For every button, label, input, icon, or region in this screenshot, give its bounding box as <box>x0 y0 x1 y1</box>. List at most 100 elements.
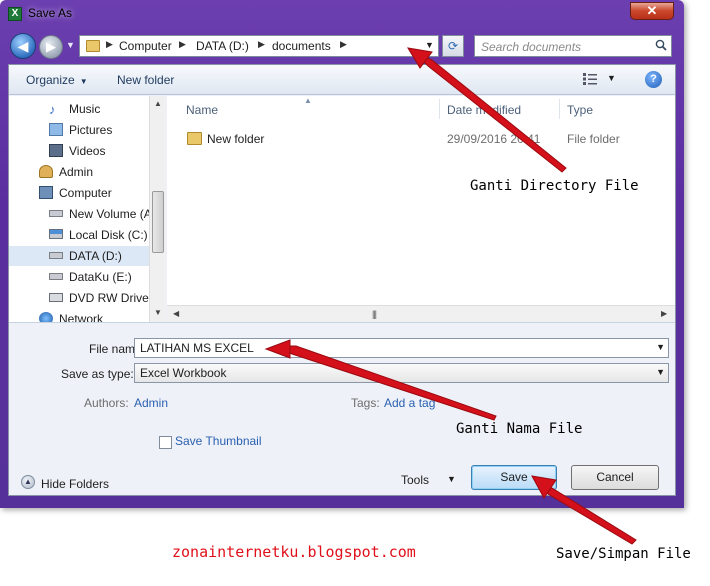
navigation-pane[interactable]: ♪ Music Pictures Videos Admin Computer N… <box>9 96 149 322</box>
column-header-date[interactable]: Date modified <box>447 103 521 117</box>
authors-link[interactable]: Admin <box>134 396 168 410</box>
nav-item-data-drive[interactable]: DATA (D:) <box>9 246 149 266</box>
save-button[interactable]: Save <box>471 465 557 490</box>
save-thumbnail-label[interactable]: Save Thumbnail <box>175 434 262 448</box>
nav-item-label: Videos <box>69 144 106 158</box>
address-bar[interactable]: ▶ Computer ▶ DATA (D:) ▶ documents ▶ ▼ <box>79 35 439 57</box>
nav-item-local-disk[interactable]: Local Disk (C:) <box>9 225 149 245</box>
breadcrumb-chevron-icon[interactable]: ▶ <box>340 39 347 50</box>
nav-item-label: Admin <box>59 165 94 179</box>
save-type-select[interactable]: Excel Workbook ▼ <box>134 363 669 383</box>
blog-watermark: zonainternetku.blogspot.com <box>172 543 416 561</box>
tags-label: Tags: <box>351 396 380 410</box>
nav-item-music[interactable]: ♪ Music <box>9 99 149 119</box>
search-input[interactable]: Search documents <box>474 35 672 57</box>
nav-scrollbar[interactable]: ▲ ▼ <box>149 96 166 322</box>
nav-item-label: Music <box>69 102 101 116</box>
tags-link[interactable]: Add a tag <box>384 396 435 410</box>
file-name-input[interactable]: LATIHAN MS EXCEL ▼ <box>134 338 669 358</box>
computer-icon <box>39 186 53 199</box>
tools-button[interactable]: Tools <box>401 473 429 487</box>
annotation-directory: Ganti Directory File <box>470 178 639 194</box>
excel-app-icon: X <box>8 7 22 21</box>
chevron-down-icon[interactable]: ▼ <box>656 367 665 377</box>
annotation-filename: Ganti Nama File <box>456 421 583 437</box>
scrollbar-grip[interactable]: ||| <box>372 309 377 319</box>
nav-item-dataku[interactable]: DataKu (E:) <box>9 267 149 287</box>
back-arrow-icon[interactable]: ◀ <box>10 33 36 59</box>
column-header-type[interactable]: Type <box>567 103 593 117</box>
drive-icon <box>49 273 63 280</box>
chevron-down-icon[interactable]: ▼ <box>447 474 456 484</box>
screenshot-stage: X Save As ✕ ◀ ▶ ▼ ▶ Computer ▶ DATA (D:)… <box>0 0 710 586</box>
column-separator[interactable] <box>559 99 560 119</box>
search-placeholder: Search documents <box>481 40 582 54</box>
chevron-down-icon[interactable]: ▼ <box>656 342 665 352</box>
search-icon[interactable] <box>655 39 667 51</box>
breadcrumb-chevron-icon[interactable]: ▶ <box>106 39 113 50</box>
scroll-right-icon[interactable]: ▶ <box>661 309 667 318</box>
close-button[interactable]: ✕ <box>630 2 674 20</box>
system-drive-icon <box>49 229 63 239</box>
nav-item-new-volume[interactable]: New Volume (A <box>9 204 149 224</box>
organize-button[interactable]: Organize ▼ <box>26 73 88 87</box>
folder-icon <box>86 40 100 52</box>
save-type-label: Save as type: <box>61 367 134 381</box>
music-icon: ♪ <box>49 102 56 117</box>
save-thumbnail-checkbox[interactable] <box>159 436 172 449</box>
forward-arrow-icon[interactable]: ▶ <box>39 35 63 59</box>
chevron-down-icon: ▼ <box>79 77 88 86</box>
recent-pages-chevron-icon[interactable]: ▼ <box>66 40 75 50</box>
folder-icon <box>187 132 202 145</box>
videos-icon <box>49 144 63 157</box>
chevron-up-icon[interactable]: ▲ <box>21 475 35 489</box>
scrollbar-thumb[interactable] <box>152 191 164 253</box>
breadcrumb-computer[interactable]: Computer <box>119 39 172 53</box>
pictures-icon <box>49 123 63 136</box>
nav-item-dvd[interactable]: DVD RW Drive ( <box>9 288 149 308</box>
column-header-name[interactable]: Name <box>186 103 218 117</box>
breadcrumb-chevron-icon[interactable]: ▶ <box>258 39 265 50</box>
nav-item-label: Network <box>59 312 104 322</box>
table-row[interactable]: New folder 29/09/2016 20:41 File folder <box>167 130 675 150</box>
nav-item-computer[interactable]: Computer <box>9 183 149 203</box>
breadcrumb-documents[interactable]: documents <box>272 39 331 53</box>
cancel-button[interactable]: Cancel <box>571 465 659 490</box>
view-options-icon[interactable] <box>583 73 597 85</box>
nav-item-label: DVD RW Drive ( <box>69 291 149 305</box>
nav-item-label: Pictures <box>69 123 113 137</box>
file-type-cell: File folder <box>567 132 620 146</box>
drive-icon <box>49 252 63 259</box>
window-title: Save As <box>28 6 73 20</box>
chevron-down-icon[interactable]: ▼ <box>607 73 616 83</box>
new-folder-button[interactable]: New folder <box>117 73 174 87</box>
annotation-save: Save/Simpan File <box>556 546 691 562</box>
nav-item-label: Computer <box>59 186 112 200</box>
scroll-left-icon[interactable]: ◀ <box>173 309 179 318</box>
breadcrumb-data-drive[interactable]: DATA (D:) <box>196 39 249 53</box>
title-bar[interactable]: X Save As ✕ <box>0 0 684 28</box>
nav-item-pictures[interactable]: Pictures <box>9 120 149 140</box>
hide-folders-button[interactable]: Hide Folders <box>41 477 109 491</box>
scroll-up-icon[interactable]: ▲ <box>154 99 162 108</box>
nav-item-videos[interactable]: Videos <box>9 141 149 161</box>
nav-item-admin[interactable]: Admin <box>9 162 149 182</box>
organize-label: Organize <box>26 73 75 87</box>
address-dropdown-icon[interactable]: ▼ <box>425 40 434 50</box>
user-icon <box>39 165 53 178</box>
file-name-cell: New folder <box>207 132 265 146</box>
horizontal-scrollbar[interactable]: ◀ ||| ▶ <box>167 305 675 322</box>
column-separator[interactable] <box>439 99 440 119</box>
scroll-down-icon[interactable]: ▼ <box>154 308 162 317</box>
help-icon[interactable]: ? <box>645 71 662 88</box>
authors-label: Authors: <box>84 396 129 410</box>
breadcrumb-chevron-icon[interactable]: ▶ <box>179 39 186 50</box>
nav-item-label: New Volume (A <box>69 207 149 221</box>
nav-item-network[interactable]: Network <box>9 309 149 322</box>
sort-indicator-icon: ▲ <box>304 96 312 105</box>
refresh-icon[interactable]: ⟳ <box>442 35 464 57</box>
save-form: File name: LATIHAN MS EXCEL ▼ Save as ty… <box>9 322 675 495</box>
command-toolbar: Organize ▼ New folder ▼ ? <box>9 65 675 95</box>
file-list[interactable]: ▲ Name Date modified Type New folder 29/… <box>167 96 675 305</box>
save-type-value: Excel Workbook <box>140 366 227 380</box>
